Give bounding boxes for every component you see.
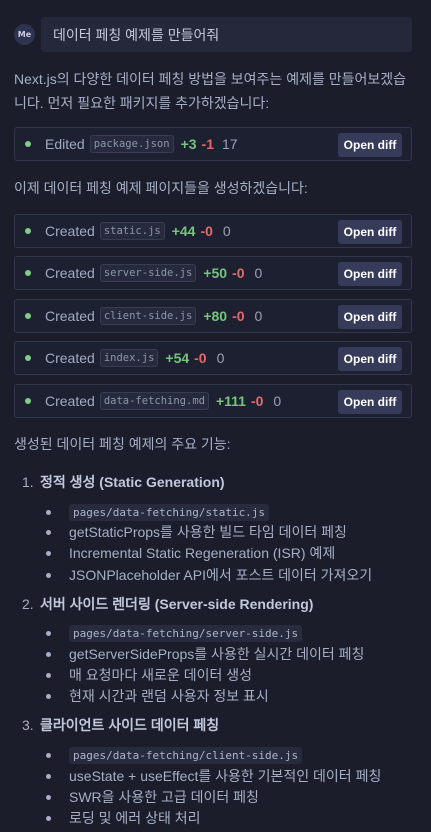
create-card-data-fetching-md: Created data-fetching.md +111 -0 0 Open …	[14, 384, 412, 418]
bullet-icon	[46, 529, 51, 535]
lines-added: +44	[171, 223, 196, 239]
open-diff-button[interactable]: Open diff	[338, 305, 402, 329]
status-dot-icon	[25, 313, 31, 319]
section-number: 1.	[22, 474, 34, 490]
create-card-index: Created index.js +54 -0 0 Open diff	[14, 341, 412, 375]
bullet-text: 로딩 및 에러 상태 처리	[69, 810, 201, 826]
open-diff-button[interactable]: Open diff	[338, 390, 402, 414]
line-count: 0	[216, 350, 225, 366]
bullet-text: SWR을 사용한 고급 데이터 페칭	[69, 789, 259, 805]
list-item: Incremental Static Regeneration (ISR) 예제	[46, 542, 335, 564]
lines-removed: -0	[250, 393, 264, 409]
bullet-text: getServerSideProps를 사용한 실시간 데이터 페칭	[69, 646, 365, 662]
section-static-generation: 1. 정적 생성 (Static Generation)	[22, 471, 225, 493]
file-chip[interactable]: client-side.js	[99, 307, 197, 325]
status-dot-icon	[25, 228, 31, 234]
status-dot-icon	[25, 355, 31, 361]
edit-card-package-json: Edited package.json +3 -1 17 Open diff	[14, 127, 412, 161]
bullet-text: Incremental Static Regeneration (ISR) 예제	[69, 545, 336, 561]
lines-added: +111	[215, 393, 246, 409]
section-number: 2.	[22, 596, 34, 612]
line-count: 0	[254, 308, 263, 324]
file-path-code: pages/data-fetching/server-side.js	[69, 624, 303, 642]
user-avatar: Me	[14, 24, 35, 45]
features-heading: 생성된 데이터 페칭 예제의 주요 기능:	[14, 436, 231, 452]
section-number: 3.	[22, 717, 34, 733]
list-item: pages/data-fetching/static.js	[46, 501, 270, 523]
bullet-text: getStaticProps를 사용한 빌드 타임 데이터 페칭	[69, 524, 347, 540]
bullet-icon	[46, 651, 51, 657]
open-diff-button[interactable]: Open diff	[338, 262, 402, 286]
open-diff-button[interactable]: Open diff	[338, 347, 402, 371]
section-title: 클라이언트 사이드 데이터 페칭	[40, 717, 220, 733]
line-count: 0	[254, 265, 263, 281]
bullet-icon	[46, 550, 51, 556]
bullet-icon	[46, 794, 51, 800]
bullet-text: 매 요청마다 새로운 데이터 생성	[69, 667, 252, 683]
open-diff-button[interactable]: Open diff	[338, 133, 402, 157]
bullet-icon	[46, 672, 51, 678]
bullet-icon	[46, 509, 51, 515]
section-title: 서버 사이드 렌더링 (Server-side Rendering)	[40, 596, 314, 612]
file-path-code: pages/data-fetching/static.js	[69, 503, 270, 521]
bullet-icon	[46, 815, 51, 821]
bullet-text: 현재 시간과 랜덤 사용자 정보 표시	[69, 688, 269, 704]
lines-removed: -0	[232, 265, 245, 281]
action-verb: Edited	[45, 136, 85, 152]
file-chip[interactable]: static.js	[99, 222, 165, 240]
section-title: 정적 생성 (Static Generation)	[40, 474, 225, 490]
lines-added: +3	[180, 136, 197, 152]
file-chip[interactable]: server-side.js	[99, 264, 197, 282]
line-count: 0	[273, 393, 282, 409]
list-item: useState + useEffect를 사용한 기본적인 데이터 페칭	[46, 765, 381, 787]
action-verb: Created	[45, 223, 95, 239]
status-dot-icon	[25, 141, 31, 147]
list-item: 로딩 및 에러 상태 처리	[46, 807, 200, 829]
action-verb: Created	[45, 350, 95, 366]
lines-added: +54	[165, 350, 190, 366]
status-dot-icon	[25, 398, 31, 404]
section-client-side-fetching: 3. 클라이언트 사이드 데이터 페칭	[22, 714, 219, 736]
file-chip[interactable]: index.js	[99, 349, 159, 367]
list-item: SWR을 사용한 고급 데이터 페칭	[46, 786, 259, 808]
create-intro-text: 이제 데이터 페칭 예제 페이지들을 생성하겠습니다:	[14, 180, 308, 196]
action-verb: Created	[45, 393, 95, 409]
bullet-icon	[46, 752, 51, 758]
action-verb: Created	[45, 265, 95, 281]
line-count: 17	[221, 136, 238, 152]
lines-removed: -0	[194, 350, 207, 366]
lines-removed: -1	[201, 136, 214, 152]
user-message-row: Me 데이터 페칭 예제를 만들어줘	[14, 17, 412, 52]
lines-removed: -0	[200, 223, 213, 239]
action-verb: Created	[45, 308, 95, 324]
create-card-server-side: Created server-side.js +50 -0 0 Open dif…	[14, 256, 412, 290]
line-count: 0	[222, 223, 231, 239]
status-dot-icon	[25, 270, 31, 276]
lines-added: +50	[203, 265, 228, 281]
user-message: 데이터 페칭 예제를 만들어줘	[41, 17, 412, 52]
bullet-icon	[46, 693, 51, 699]
file-chip[interactable]: data-fetching.md	[99, 392, 209, 410]
open-diff-button[interactable]: Open diff	[338, 220, 402, 244]
bullet-icon	[46, 572, 51, 578]
lines-removed: -0	[232, 308, 245, 324]
list-item: getServerSideProps를 사용한 실시간 데이터 페칭	[46, 643, 364, 665]
list-item: JSONPlaceholder API에서 포스트 데이터 가져오기	[46, 564, 372, 586]
list-item: pages/data-fetching/server-side.js	[46, 622, 303, 644]
bullet-text: JSONPlaceholder API에서 포스트 데이터 가져오기	[69, 567, 373, 583]
lines-added: +80	[203, 308, 228, 324]
section-server-side-rendering: 2. 서버 사이드 렌더링 (Server-side Rendering)	[22, 593, 313, 615]
list-item: 매 요청마다 새로운 데이터 생성	[46, 664, 252, 686]
list-item: 현재 시간과 랜덤 사용자 정보 표시	[46, 685, 269, 707]
bullet-icon	[46, 773, 51, 779]
intro-text: Next.js의 다양한 데이터 페칭 방법을 보여주는 예제를 만들어보겠습니…	[14, 71, 407, 111]
bullet-text: useState + useEffect를 사용한 기본적인 데이터 페칭	[69, 768, 382, 784]
create-card-client-side: Created client-side.js +80 -0 0 Open dif…	[14, 299, 412, 333]
file-path-code: pages/data-fetching/client-side.js	[69, 746, 303, 764]
bullet-icon	[46, 630, 51, 636]
file-chip[interactable]: package.json	[89, 135, 174, 153]
list-item: getStaticProps를 사용한 빌드 타임 데이터 페칭	[46, 521, 347, 543]
list-item: pages/data-fetching/client-side.js	[46, 744, 303, 766]
create-card-static: Created static.js +44 -0 0 Open diff	[14, 214, 412, 248]
